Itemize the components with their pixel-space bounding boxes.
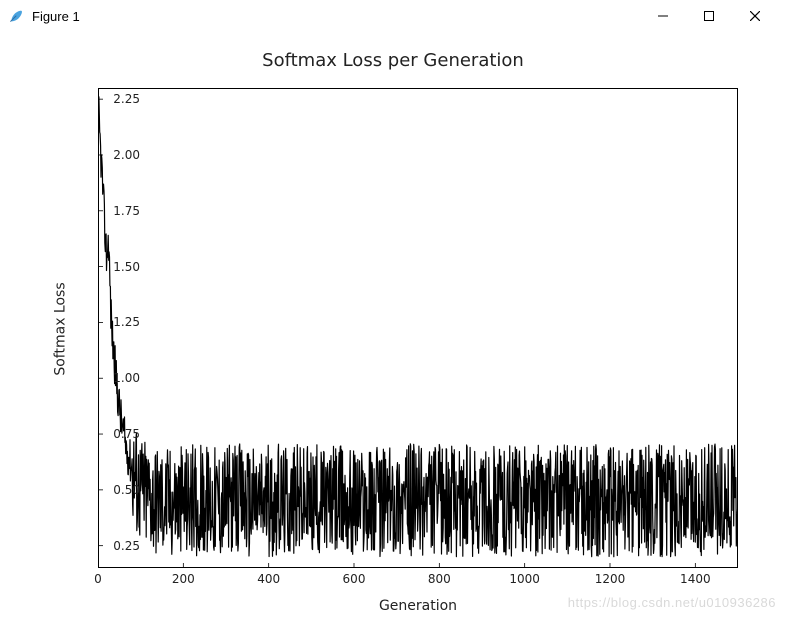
chart-container: Softmax Loss per Generation Softmax Loss… [0, 32, 786, 626]
y-axis-label: Softmax Loss [53, 282, 69, 375]
x-tick-label: 1200 [595, 572, 626, 586]
y-tick-label: 1.75 [92, 204, 140, 218]
x-tick-label: 600 [343, 572, 366, 586]
window-controls [640, 1, 778, 31]
feather-icon [8, 8, 24, 24]
x-tick-label: 400 [257, 572, 280, 586]
plot-area [98, 88, 738, 568]
watermark-text: https://blog.csdn.net/u010936286 [568, 595, 776, 610]
y-tick-label: 0.50 [92, 483, 140, 497]
x-tick-label: 1400 [680, 572, 711, 586]
y-tick-label: 2.25 [92, 92, 140, 106]
y-tick-label: 0.75 [92, 427, 140, 441]
window-title: Figure 1 [32, 9, 80, 24]
x-tick-label: 0 [94, 572, 102, 586]
x-tick-label: 1000 [509, 572, 540, 586]
y-tick-label: 1.00 [92, 371, 140, 385]
y-tick-label: 1.50 [92, 260, 140, 274]
x-tick-label: 800 [428, 572, 451, 586]
close-button[interactable] [732, 1, 778, 31]
window-titlebar: Figure 1 [0, 0, 786, 32]
plot-svg [98, 88, 738, 568]
y-tick-label: 2.00 [92, 148, 140, 162]
chart-title: Softmax Loss per Generation [0, 50, 786, 71]
maximize-button[interactable] [686, 1, 732, 31]
minimize-button[interactable] [640, 1, 686, 31]
x-tick-label: 200 [172, 572, 195, 586]
y-tick-label: 0.25 [92, 539, 140, 553]
y-tick-label: 1.25 [92, 315, 140, 329]
